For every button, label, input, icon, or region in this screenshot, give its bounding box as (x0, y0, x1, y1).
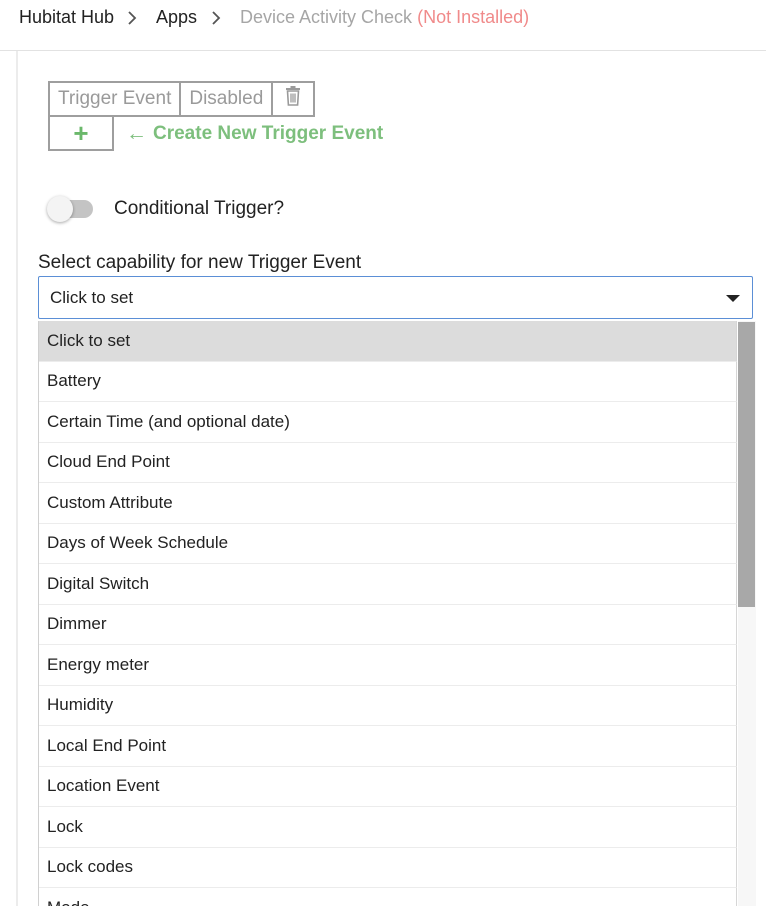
chevron-right-icon (212, 11, 221, 25)
capability-dropdown-list: Click to set Battery Certain Time (and opt… (38, 321, 756, 906)
table-row: Trigger Event Disabled (47, 81, 316, 117)
dropdown-option[interactable]: Days of Week Schedule (39, 523, 737, 564)
trigger-status-cell[interactable]: Disabled (179, 81, 274, 117)
dropdown-option[interactable]: Energy meter (39, 645, 737, 686)
toggle-knob[interactable] (47, 196, 73, 222)
breadcrumb-apps-link[interactable]: Apps (156, 7, 197, 28)
conditional-trigger-label: Conditional Trigger? (114, 198, 285, 219)
dropdown-option[interactable]: Dimmer (39, 604, 737, 645)
dropdown-option[interactable]: Click to set (39, 321, 737, 362)
dropdown-option[interactable]: Digital Switch (39, 564, 737, 605)
app-name: Device Activity Check (240, 7, 413, 27)
dropdown-option[interactable]: Lock codes (39, 847, 737, 888)
dropdown-scrollbar[interactable] (738, 321, 756, 906)
delete-trigger-button[interactable] (271, 81, 316, 117)
dropdown-option[interactable]: Battery (39, 361, 737, 402)
capability-select-label: Select capability for new Trigger Event (38, 252, 362, 273)
trigger-events-table: Trigger Event Disabled (47, 81, 316, 117)
breadcrumb-hub-link[interactable]: Hubitat Hub (19, 7, 114, 28)
create-trigger-label: Create New Trigger Event (153, 123, 384, 144)
trash-icon (286, 86, 301, 106)
dropdown-option[interactable]: Lock (39, 807, 737, 848)
add-trigger-button[interactable]: + (48, 117, 114, 151)
dropdown-option[interactable]: Cloud End Point (39, 442, 737, 483)
breadcrumb: Hubitat Hub Apps Device Activity Check (… (0, 0, 766, 51)
arrow-left-icon: ← (126, 122, 147, 145)
dropdown-option[interactable]: Custom Attribute (39, 483, 737, 524)
trigger-event-cell[interactable]: Trigger Event (47, 81, 182, 117)
dropdown-option[interactable]: Humidity (39, 685, 737, 726)
chevron-right-icon (128, 11, 137, 25)
capability-select[interactable]: Click to set (38, 276, 753, 319)
install-status: (Not Installed) (417, 7, 530, 27)
scrollbar-thumb[interactable] (738, 322, 755, 607)
dropdown-option[interactable]: Mode (39, 888, 737, 906)
capability-select-value: Click to set (50, 288, 134, 307)
breadcrumb-current-app: Device Activity Check (Not Installed) (240, 7, 529, 28)
add-trigger-row: + ← Create New Trigger Event (48, 116, 383, 152)
caret-down-icon (726, 295, 740, 302)
dropdown-option[interactable]: Local End Point (39, 726, 737, 767)
create-trigger-link[interactable]: ← Create New Trigger Event (126, 122, 383, 146)
content-gutter (16, 51, 18, 906)
dropdown-option[interactable]: Location Event (39, 766, 737, 807)
option-list: Click to set Battery Certain Time (and opt… (39, 321, 737, 906)
dropdown-option[interactable]: Certain Time (and optional date) (39, 402, 737, 443)
